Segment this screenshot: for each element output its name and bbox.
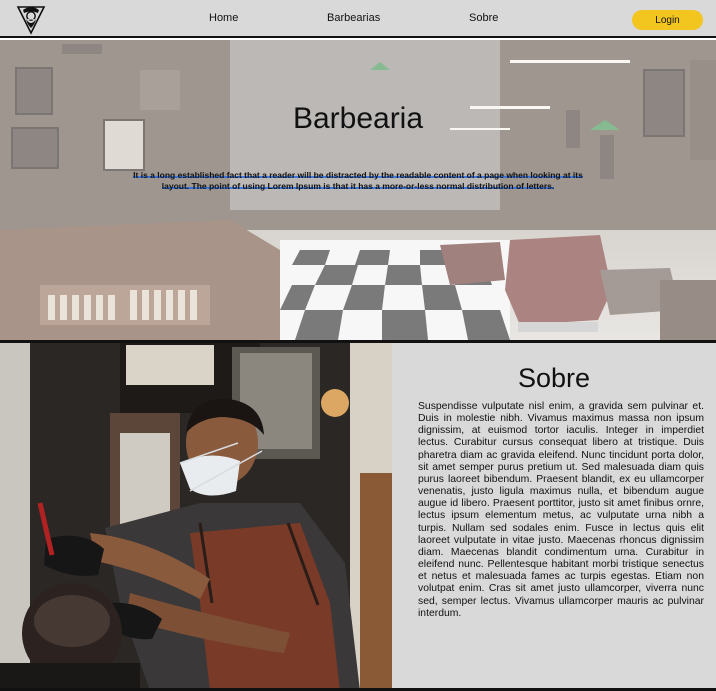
- hero-description: It is a long established fact that a rea…: [130, 170, 586, 192]
- hero-section: Barbearia It is a long established fact …: [0, 40, 716, 340]
- about-section: Sobre Suspendisse vulputate nisl enim, a…: [392, 343, 716, 691]
- nav-link-sobre[interactable]: Sobre: [469, 12, 498, 24]
- nav-link-barbearias[interactable]: Barbearias: [327, 12, 380, 24]
- about-description: Suspendisse vulputate nisl enim, a gravi…: [418, 401, 704, 619]
- nav-link-home[interactable]: Home: [209, 12, 238, 24]
- barber-photo-illustration: [0, 343, 392, 691]
- login-button[interactable]: Login: [632, 10, 703, 30]
- bearded-barber-logo-icon[interactable]: [14, 3, 48, 35]
- hero-description-text: It is a long established fact that a rea…: [133, 170, 583, 191]
- top-navbar: Home Barbearias Sobre Login: [0, 0, 716, 38]
- barber-at-work-image: [0, 343, 392, 691]
- hero-title: Barbearia: [292, 102, 424, 135]
- about-title: Sobre: [517, 363, 591, 393]
